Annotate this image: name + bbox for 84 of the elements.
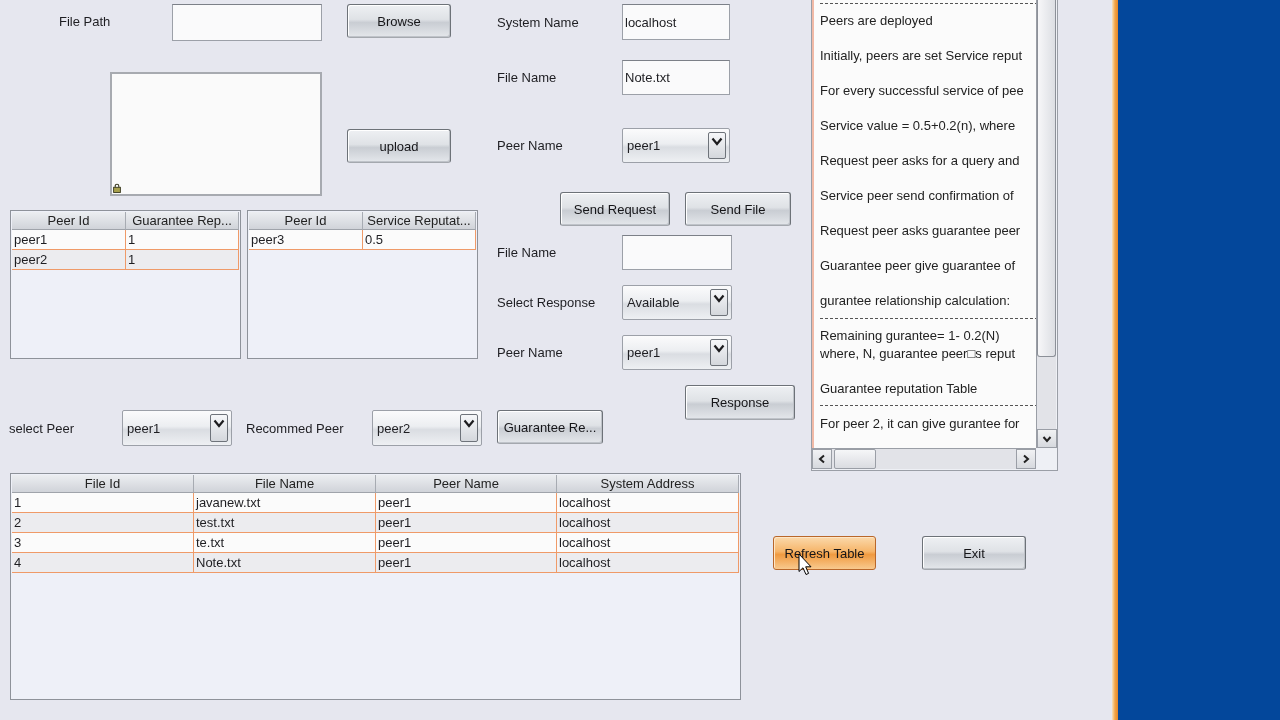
table-cell: 2 xyxy=(12,513,194,532)
log-line: Request peer asks guarantee peer xyxy=(820,222,1021,240)
chevron-left-icon xyxy=(817,454,827,464)
log-line: where, N, guarantee peer□s reput xyxy=(820,344,1016,363)
table-cell: 4 xyxy=(12,553,194,572)
text-field[interactable]: Note.txt xyxy=(622,60,730,95)
log-line: Initially, peers are set Service reput xyxy=(820,47,1023,65)
table-cell: localhost xyxy=(557,533,739,552)
horizontal-scrollbar[interactable] xyxy=(812,448,1036,469)
table-cell: localhost xyxy=(557,493,739,512)
log-line: Service peer send confirmation of xyxy=(820,187,1014,205)
field-label: File Path xyxy=(59,13,111,29)
scroll-right-button[interactable] xyxy=(1016,449,1036,469)
chevron-down-icon xyxy=(710,339,728,366)
refresh-button[interactable]: Refresh Table xyxy=(773,536,876,570)
table-cell: localhost xyxy=(557,553,739,572)
table-cell: test.txt xyxy=(194,513,376,532)
log-line: For peer 2, it can give gurantee for xyxy=(820,414,1020,433)
table-cell: te.txt xyxy=(194,533,376,552)
table-cell: 1 xyxy=(126,230,239,249)
scrollbar-thumb[interactable] xyxy=(1037,0,1056,357)
column-header: Service Reputat... xyxy=(363,212,476,230)
table-cell: Note.txt xyxy=(194,553,376,572)
table-cell: 1 xyxy=(126,250,239,269)
field-label: Peer Name xyxy=(497,345,563,360)
chevron-down-icon xyxy=(210,414,228,442)
log-line: For every successful service of pee xyxy=(820,82,1024,100)
log-line: Peers are deployed xyxy=(820,12,933,30)
lock-icon xyxy=(113,183,121,193)
field-label: Peer Name xyxy=(497,138,563,153)
send-request-button[interactable]: Send Request xyxy=(560,192,670,226)
table-cell: peer1 xyxy=(376,493,557,512)
chevron-right-icon xyxy=(1021,454,1031,464)
column-header: File Id xyxy=(12,475,194,493)
field-label: System Name xyxy=(497,14,579,30)
log-line: Remaining gurantee= 1- 0.2(N) xyxy=(820,327,1000,345)
column-header: File Name xyxy=(194,475,376,493)
field-label: File Name xyxy=(497,70,557,85)
field-label: File Name xyxy=(497,245,557,260)
table-cell: 0.5 xyxy=(363,230,476,249)
response-button[interactable]: Response xyxy=(685,385,795,420)
dropdown[interactable]: peer2 xyxy=(372,410,482,446)
log-line: gurantee relationship calculation: xyxy=(820,292,1011,310)
log-line: Request peer asks for a query and xyxy=(820,152,1020,170)
field-label: select Peer xyxy=(9,420,75,436)
chevron-down-icon xyxy=(710,289,728,316)
table-cell: peer3 xyxy=(249,230,363,249)
table-cell: peer1 xyxy=(376,553,557,572)
upload-button[interactable]: upload xyxy=(347,129,451,163)
table-cell: peer1 xyxy=(376,513,557,532)
field-label: Recommed Peer xyxy=(246,420,344,436)
scroll-left-button[interactable] xyxy=(812,449,832,469)
file-path-field[interactable] xyxy=(172,4,322,41)
column-header: System Address xyxy=(557,475,739,493)
text-field[interactable]: localhost xyxy=(622,4,730,40)
table-cell: peer1 xyxy=(376,533,557,552)
table-cell: 3 xyxy=(12,533,194,552)
log-line: Service value = 0.5+0.2(n), where xyxy=(820,117,1016,135)
vertical-scrollbar[interactable] xyxy=(1036,0,1056,448)
dropdown[interactable]: peer1 xyxy=(622,128,730,163)
table-cell: peer2 xyxy=(12,250,126,269)
table-cell: javanew.txt xyxy=(194,493,376,512)
table-cell: peer1 xyxy=(12,230,126,249)
dropdown[interactable]: Available xyxy=(622,285,732,320)
field-label: Select Response xyxy=(497,295,596,310)
table-cell: 1 xyxy=(12,493,194,512)
log-line: Guarantee reputation Table xyxy=(820,379,978,398)
dropdown[interactable]: peer1 xyxy=(622,335,732,370)
scroll-down-button[interactable] xyxy=(1037,429,1057,448)
guarantee-button[interactable]: Guarantee Re... xyxy=(497,410,603,444)
column-header: Peer Name xyxy=(376,475,557,493)
column-header: Guarantee Rep... xyxy=(126,212,239,230)
column-header: Peer Id xyxy=(249,212,363,230)
scrollbar-thumb[interactable] xyxy=(834,449,876,469)
chevron-down-icon xyxy=(708,132,726,159)
exit-button[interactable]: Exit xyxy=(922,536,1026,570)
browse-button[interactable]: Browse xyxy=(347,4,451,38)
table-cell: localhost xyxy=(557,513,739,532)
dropdown[interactable]: peer1 xyxy=(122,410,232,446)
text-field[interactable] xyxy=(622,235,732,270)
chevron-down-icon xyxy=(460,414,478,442)
send-file-button[interactable]: Send File xyxy=(685,192,791,226)
column-header: Peer Id xyxy=(12,212,126,230)
log-line: Guarantee peer give guarantee of xyxy=(820,257,1016,275)
